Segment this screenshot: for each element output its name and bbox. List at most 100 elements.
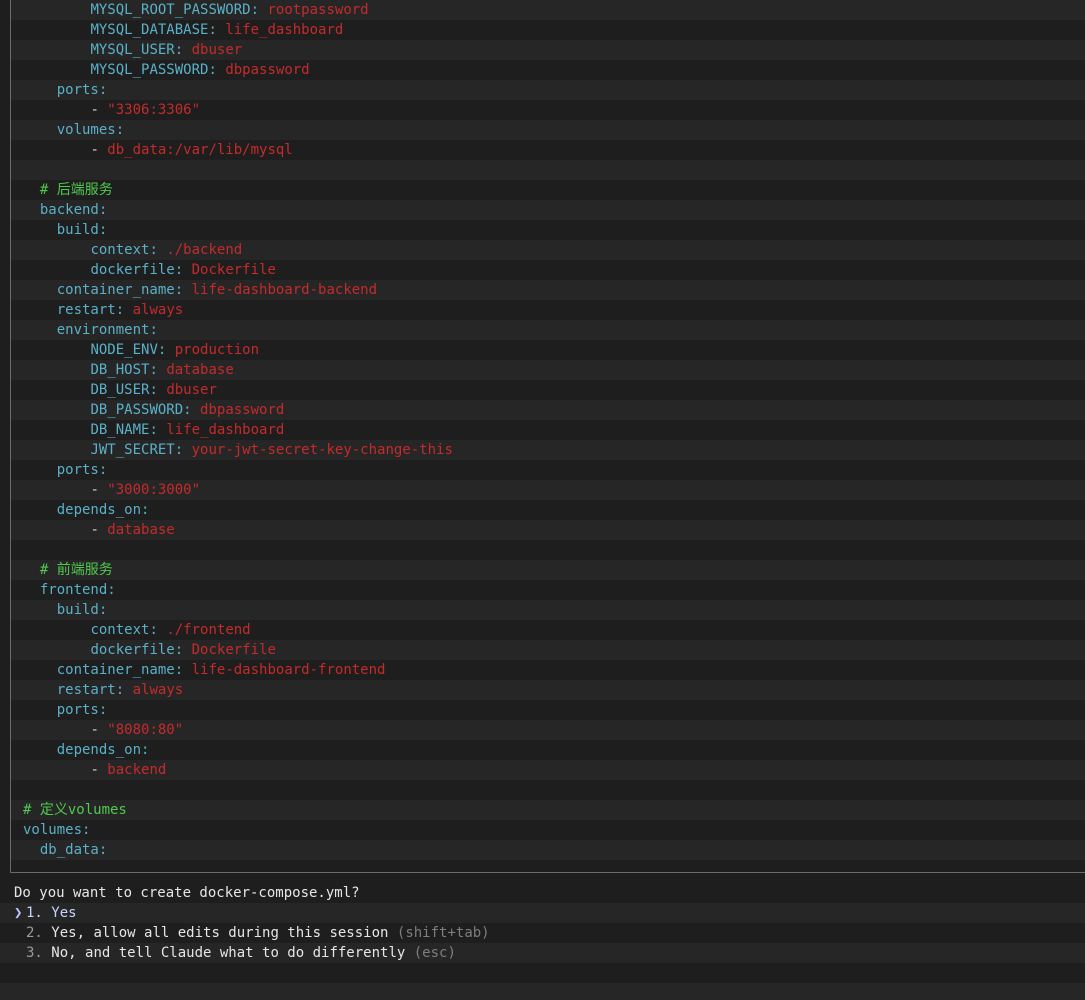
code-value: ./backend	[166, 242, 243, 258]
code-value: life_dashboard	[225, 22, 344, 38]
option-shortcut-hint: (shift+tab)	[396, 925, 490, 941]
code-value: dbuser	[166, 382, 217, 398]
code-line: ports:	[11, 700, 1085, 720]
code-value: life-dashboard-backend	[191, 282, 378, 298]
code-line	[11, 160, 1085, 180]
code-value: database	[107, 522, 175, 538]
code-line: - "3306:3306"	[11, 100, 1085, 120]
code-value: backend	[107, 762, 167, 778]
code-key: container_name	[56, 662, 175, 678]
code-value: dbpassword	[225, 62, 310, 78]
code-line: volumes:	[11, 820, 1085, 840]
code-key: JWT_SECRET	[90, 442, 175, 458]
code-key: restart	[56, 682, 116, 698]
code-key: ports	[56, 702, 99, 718]
code-key: dockerfile	[90, 262, 175, 278]
code-line: MYSQL_DATABASE: life_dashboard	[11, 20, 1085, 40]
code-line: - database	[11, 520, 1085, 540]
code-line: MYSQL_ROOT_PASSWORD: rootpassword	[11, 0, 1085, 20]
code-key: context	[90, 242, 150, 258]
code-line: context: ./frontend	[11, 620, 1085, 640]
code-line: db_data:	[11, 840, 1085, 860]
code-key: MYSQL_USER	[90, 42, 175, 58]
code-key: MYSQL_DATABASE	[90, 22, 209, 38]
code-line: restart: always	[11, 680, 1085, 700]
prompt-option-3[interactable]: 3. No, and tell Claude what to do differ…	[0, 943, 1085, 963]
code-comment: # 定义volumes	[23, 802, 127, 818]
code-line: - db_data:/var/lib/mysql	[11, 140, 1085, 160]
code-key: DB_PASSWORD	[90, 402, 184, 418]
code-line: container_name: life-dashboard-backend	[11, 280, 1085, 300]
code-value: dbpassword	[200, 402, 285, 418]
prompt-option-2[interactable]: 2. Yes, allow all edits during this sess…	[0, 923, 1085, 943]
code-line: NODE_ENV: production	[11, 340, 1085, 360]
file-preview-panel: MYSQL_ROOT_PASSWORD: rootpassword MYSQL_…	[10, 0, 1085, 873]
code-value: "3306:3306"	[107, 102, 201, 118]
code-line: frontend:	[11, 580, 1085, 600]
code-value: life_dashboard	[166, 422, 285, 438]
yaml-code-body: MYSQL_ROOT_PASSWORD: rootpassword MYSQL_…	[11, 0, 1085, 860]
code-value: "8080:80"	[107, 722, 184, 738]
selection-cursor-icon: ❯	[14, 905, 23, 921]
code-line: depends_on:	[11, 500, 1085, 520]
prompt-options: ❯ 1. Yes 2. Yes, allow all edits during th…	[0, 903, 1085, 963]
code-comment: # 后端服务	[39, 182, 113, 198]
code-key: backend	[39, 202, 99, 218]
code-key: db_data	[39, 842, 99, 858]
code-line: ports:	[11, 80, 1085, 100]
code-line: volumes:	[11, 120, 1085, 140]
code-value: database	[166, 362, 234, 378]
option-number: 2.	[26, 925, 43, 941]
code-line: # 定义volumes	[11, 800, 1085, 820]
code-line: MYSQL_USER: dbuser	[11, 40, 1085, 60]
option-number: 3.	[26, 945, 43, 961]
code-value: your-jwt-secret-key-change-this	[191, 442, 453, 458]
option-shortcut-hint: (esc)	[413, 945, 456, 961]
code-value: production	[174, 342, 260, 358]
code-line: ports:	[11, 460, 1085, 480]
code-line: build:	[11, 220, 1085, 240]
prompt-option-1[interactable]: ❯ 1. Yes	[0, 903, 1085, 923]
code-key: DB_HOST	[90, 362, 150, 378]
code-value: db_data:/var/lib/mysql	[107, 142, 293, 158]
code-line: DB_NAME: life_dashboard	[11, 420, 1085, 440]
code-key: depends_on	[56, 742, 142, 758]
code-line: DB_HOST: database	[11, 360, 1085, 380]
option-label: No, and tell Claude what to do different…	[51, 945, 406, 961]
code-value: dbuser	[191, 42, 243, 58]
prompt-question: Do you want to create docker-compose.yml…	[14, 885, 360, 901]
code-line: DB_PASSWORD: dbpassword	[11, 400, 1085, 420]
code-key: build	[56, 222, 99, 238]
code-key: DB_USER	[90, 382, 150, 398]
code-line: dockerfile: Dockerfile	[11, 640, 1085, 660]
code-line	[11, 780, 1085, 800]
code-line: build:	[11, 600, 1085, 620]
code-key: volumes	[56, 122, 116, 138]
code-value: always	[132, 682, 184, 698]
code-line: context: ./backend	[11, 240, 1085, 260]
code-key: MYSQL_ROOT_PASSWORD	[90, 2, 251, 18]
code-key: depends_on	[56, 502, 142, 518]
code-value: rootpassword	[267, 2, 369, 18]
code-key: build	[56, 602, 99, 618]
code-key: container_name	[56, 282, 175, 298]
code-key: ports	[56, 462, 99, 478]
code-value: always	[132, 302, 184, 318]
code-line: dockerfile: Dockerfile	[11, 260, 1085, 280]
code-line: - backend	[11, 760, 1085, 780]
code-key: MYSQL_PASSWORD	[90, 62, 209, 78]
code-value: life-dashboard-frontend	[191, 662, 386, 678]
bottom-band	[0, 983, 1085, 1000]
code-line: # 后端服务	[11, 180, 1085, 200]
code-value: ./frontend	[166, 622, 251, 638]
code-line: - "3000:3000"	[11, 480, 1085, 500]
code-key: context	[90, 622, 150, 638]
option-number: 1.	[26, 905, 43, 921]
code-key: frontend	[39, 582, 108, 598]
code-key: NODE_ENV	[90, 342, 158, 358]
code-value: "3000:3000"	[107, 482, 201, 498]
code-line: container_name: life-dashboard-frontend	[11, 660, 1085, 680]
code-line: MYSQL_PASSWORD: dbpassword	[11, 60, 1085, 80]
code-line: environment:	[11, 320, 1085, 340]
code-comment: # 前端服务	[39, 562, 113, 578]
